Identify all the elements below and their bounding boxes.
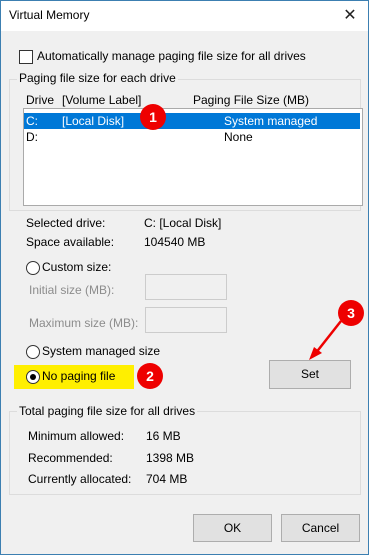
row-volume: [Local Disk] xyxy=(62,114,125,128)
custom-size-radio[interactable] xyxy=(26,261,40,275)
space-available-label: Space available: xyxy=(26,235,115,249)
red-arrow-icon xyxy=(309,320,342,360)
auto-manage-checkbox[interactable] xyxy=(19,50,33,64)
header-size: Paging File Size (MB) xyxy=(193,93,310,107)
minimum-allowed-label: Minimum allowed: xyxy=(28,429,125,443)
system-managed-label[interactable]: System managed size xyxy=(42,344,160,358)
row-size: System managed xyxy=(224,114,318,128)
list-item[interactable]: C: [Local Disk] System managed xyxy=(24,113,360,129)
list-item[interactable]: D: None xyxy=(24,129,360,145)
header-volume: [Volume Label] xyxy=(62,93,142,107)
initial-size-label: Initial size (MB): xyxy=(29,283,115,297)
no-paging-radio[interactable] xyxy=(26,370,40,384)
currently-allocated-label: Currently allocated: xyxy=(28,472,132,486)
maximum-size-input[interactable] xyxy=(145,307,227,333)
recommended-label: Recommended: xyxy=(28,451,113,465)
header-drive: Drive xyxy=(26,93,55,107)
virtual-memory-window: Virtual Memory ✕ Automatically manage pa… xyxy=(0,0,369,555)
auto-manage-label[interactable]: Automatically manage paging file size fo… xyxy=(37,49,306,63)
space-available-value: 104540 MB xyxy=(144,235,206,249)
system-managed-radio[interactable] xyxy=(26,345,40,359)
row-drive: C: xyxy=(26,114,38,128)
currently-allocated-value: 704 MB xyxy=(146,472,188,486)
recommended-value: 1398 MB xyxy=(146,451,195,465)
ok-button[interactable]: OK xyxy=(193,514,272,542)
maximum-size-label: Maximum size (MB): xyxy=(29,316,139,330)
cancel-button[interactable]: Cancel xyxy=(281,514,360,542)
row-size: None xyxy=(224,130,253,144)
custom-size-label[interactable]: Custom size: xyxy=(42,260,111,274)
close-icon[interactable]: ✕ xyxy=(338,4,362,28)
no-paging-label[interactable]: No paging file xyxy=(42,369,115,383)
title-bar: Virtual Memory ✕ xyxy=(1,1,368,31)
window-title: Virtual Memory xyxy=(9,8,90,22)
annotation-badge-2: 2 xyxy=(137,363,163,389)
selected-drive-label: Selected drive: xyxy=(26,216,106,230)
selected-drive-value: C: [Local Disk] xyxy=(144,216,222,230)
initial-size-input[interactable] xyxy=(145,274,227,300)
minimum-allowed-value: 16 MB xyxy=(146,429,181,443)
row-drive: D: xyxy=(26,130,38,144)
per-drive-group-label: Paging file size for each drive xyxy=(17,71,178,85)
totals-group-label: Total paging file size for all drives xyxy=(17,404,198,418)
annotation-badge-1: 1 xyxy=(140,104,166,130)
drive-list[interactable]: C: [Local Disk] System managed D: None xyxy=(23,108,363,206)
